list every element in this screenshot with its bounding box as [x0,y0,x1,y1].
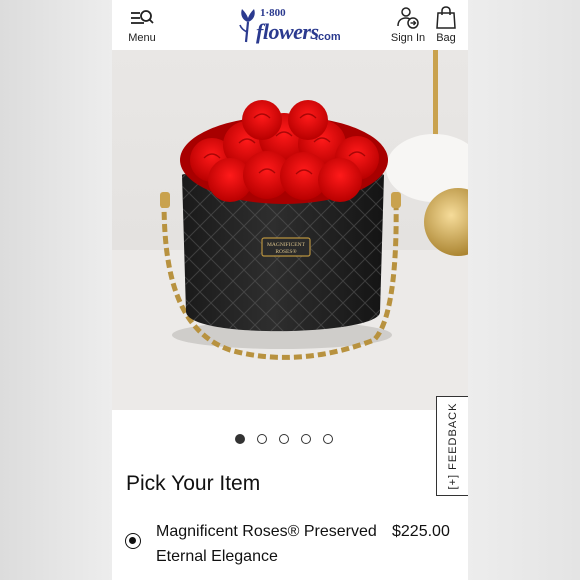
tulip-logo-icon [239,9,255,43]
menu-label: Menu [128,32,156,44]
carousel-dot[interactable] [279,434,289,444]
lamp-stem [433,50,438,145]
bag-label: Bag [436,32,456,44]
logo-number: 1·800 [260,7,286,19]
option-name-line-1: Magnificent Roses® Preserved [156,523,377,540]
badge-line-2: ROSES® [275,248,296,255]
background-left [0,0,112,580]
carousel-dot[interactable] [301,434,311,444]
sign-in-button[interactable]: Sign In [390,6,426,46]
option-name: Magnificent Roses® Preserved Eternal Ele… [156,519,388,569]
radio-selected-dot [129,537,136,544]
item-option[interactable]: Magnificent Roses® Preserved Eternal Ele… [112,510,468,570]
option-radio[interactable] [125,533,141,549]
feedback-label: [+] FEEDBACK [446,402,459,490]
product-photo-illustration: MAGNIFICENT ROSES® [112,50,468,410]
logo-wordmark: flowers [256,19,319,44]
bag-button[interactable]: Bag [430,6,462,46]
background-right [468,0,580,580]
mobile-page: Menu 1·800 flowers .com Sign In Bag MAGN… [112,0,468,580]
badge-line-1: MAGNIFICENT [267,242,306,248]
option-price: $225.00 [392,523,450,540]
carousel-dot[interactable] [323,434,333,444]
logo-suffix: .com [315,31,341,43]
site-header: Menu 1·800 flowers .com Sign In Bag [112,0,468,50]
user-arrow-icon [397,7,419,29]
section-heading: Pick Your Item [126,472,261,495]
red-roses [190,100,379,202]
carousel-dot[interactable] [235,434,245,444]
product-image[interactable]: MAGNIFICENT ROSES® [112,50,468,410]
site-logo[interactable]: 1·800 flowers .com [238,6,348,46]
option-name-line-2: Eternal Elegance [156,548,278,565]
menu-search-icon [131,10,154,24]
carousel-dots [112,430,468,450]
sign-in-label: Sign In [390,32,426,44]
bag-icon [436,6,456,29]
feedback-tab[interactable]: [+] FEEDBACK [436,396,468,496]
carousel-dot[interactable] [257,434,267,444]
menu-button[interactable]: Menu [120,6,164,46]
